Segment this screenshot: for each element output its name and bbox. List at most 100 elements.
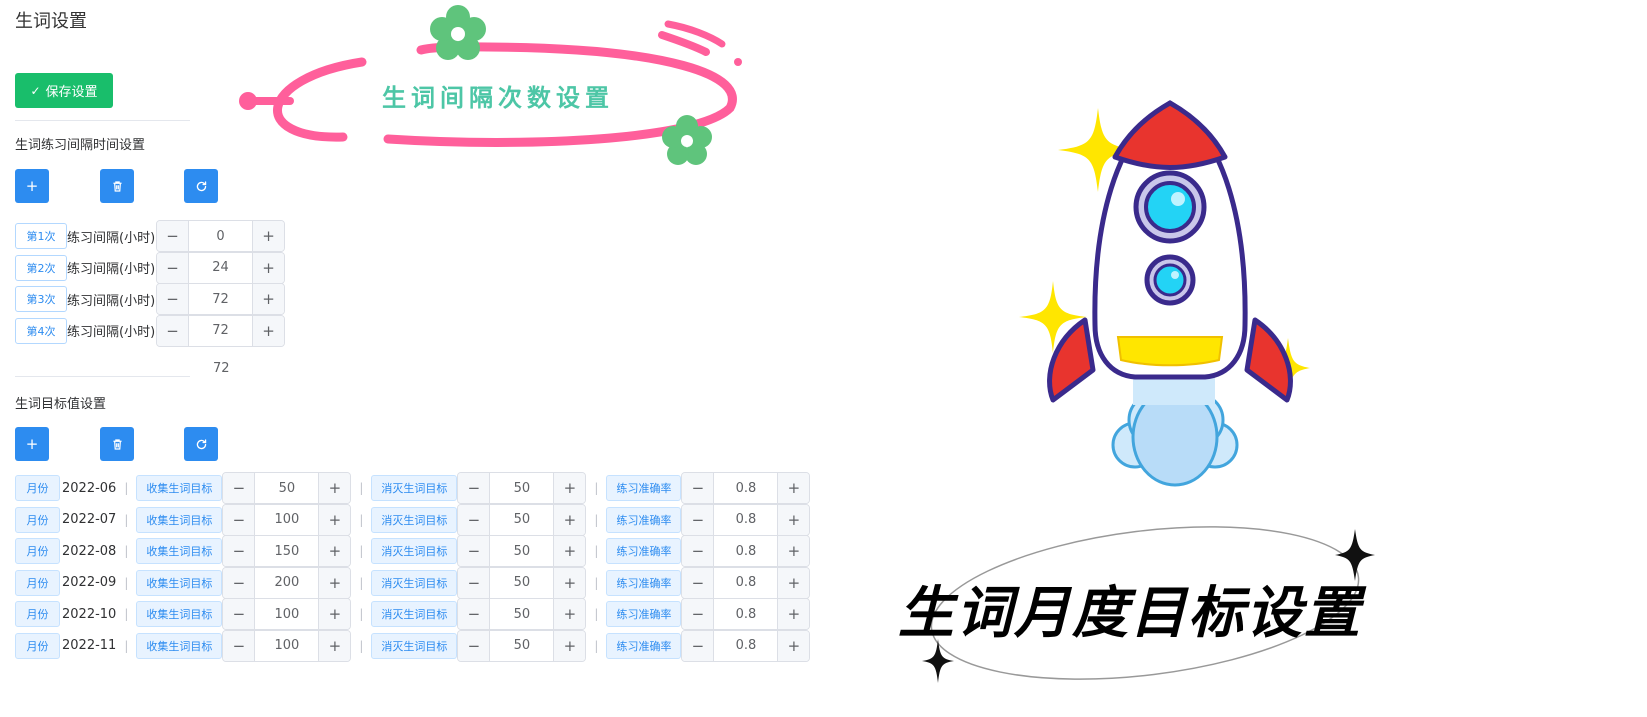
decrement-button[interactable]: −	[223, 473, 256, 503]
eliminate-target-stepper[interactable]: − 50 +	[457, 472, 587, 504]
increment-button[interactable]: +	[318, 504, 351, 535]
delete-interval-button[interactable]	[100, 169, 134, 203]
collect-target-stepper[interactable]: − 100 +	[222, 629, 352, 662]
accuracy-stepper[interactable]: − 0.8 +	[681, 472, 811, 504]
decrement-button[interactable]: −	[682, 536, 715, 566]
decrement-button[interactable]: −	[682, 504, 715, 535]
separator: |	[359, 607, 364, 621]
collect-target-stepper-value[interactable]: 150	[255, 536, 318, 566]
collect-target-stepper-value[interactable]: 50	[255, 473, 318, 503]
accuracy-stepper[interactable]: − 0.8 +	[681, 503, 811, 536]
increment-button[interactable]: +	[777, 599, 810, 629]
reset-target-button[interactable]	[184, 427, 218, 461]
interval-stepper-value[interactable]: 72	[189, 316, 252, 346]
increment-button[interactable]: +	[318, 567, 351, 598]
decrement-button[interactable]: −	[223, 630, 256, 661]
accuracy-stepper[interactable]: − 0.8 +	[681, 629, 811, 662]
interval-stepper-value[interactable]: 0	[189, 221, 252, 251]
eliminate-target-stepper-value[interactable]: 50	[490, 473, 553, 503]
decrement-button[interactable]: −	[682, 599, 715, 629]
increment-button[interactable]: +	[553, 567, 586, 598]
increment-button[interactable]: +	[777, 630, 810, 661]
collect-target-stepper[interactable]: − 100 +	[222, 598, 352, 630]
decrement-button[interactable]: −	[458, 630, 491, 661]
eliminate-target-stepper-value[interactable]: 50	[490, 536, 553, 566]
accuracy-stepper-value[interactable]: 0.8	[714, 536, 777, 566]
collect-target-stepper-value[interactable]: 100	[255, 599, 318, 629]
decrement-button[interactable]: −	[157, 221, 189, 251]
decrement-button[interactable]: −	[157, 252, 189, 283]
collect-target-stepper[interactable]: − 150 +	[222, 535, 352, 567]
minus-icon: −	[691, 605, 705, 623]
collect-target-stepper[interactable]: − 100 +	[222, 503, 352, 536]
interval-stepper-value[interactable]: 24	[189, 253, 252, 283]
collect-target-stepper[interactable]: − 50 +	[222, 472, 352, 504]
decrement-button[interactable]: −	[682, 473, 715, 503]
accuracy-stepper-value[interactable]: 0.8	[714, 473, 777, 503]
eliminate-target-stepper[interactable]: − 50 +	[457, 598, 587, 630]
decrement-button[interactable]: −	[223, 504, 256, 535]
eliminate-target-stepper[interactable]: − 50 +	[457, 629, 587, 662]
delete-target-button[interactable]	[100, 427, 134, 461]
accuracy-stepper-value[interactable]: 0.8	[714, 568, 777, 598]
plus-icon: +	[262, 258, 275, 277]
increment-button[interactable]: +	[777, 567, 810, 598]
increment-button[interactable]: +	[777, 473, 810, 503]
reset-interval-button[interactable]	[184, 169, 218, 203]
increment-button[interactable]: +	[553, 630, 586, 661]
eliminate-target-stepper-value[interactable]: 50	[490, 505, 553, 535]
increment-button[interactable]: +	[553, 536, 586, 566]
increment-button[interactable]: +	[318, 599, 351, 629]
add-target-button[interactable]: +	[15, 427, 49, 461]
decrement-button[interactable]: −	[458, 473, 491, 503]
increment-button[interactable]: +	[777, 504, 810, 535]
increment-button[interactable]: +	[318, 473, 351, 503]
eliminate-target-stepper-value[interactable]: 50	[490, 599, 553, 629]
increment-button[interactable]: +	[553, 599, 586, 629]
decrement-button[interactable]: −	[682, 567, 715, 598]
decrement-button[interactable]: −	[223, 567, 256, 598]
save-settings-button[interactable]: ✓ 保存设置	[15, 73, 113, 108]
collect-target-stepper-value[interactable]: 200	[255, 568, 318, 598]
interval-stepper[interactable]: − 72 +	[156, 283, 285, 315]
increment-button[interactable]: +	[252, 315, 284, 346]
increment-button[interactable]: +	[252, 221, 284, 251]
decrement-button[interactable]: −	[458, 599, 491, 629]
increment-button[interactable]: +	[553, 473, 586, 503]
eliminate-target-stepper-value[interactable]: 50	[490, 631, 553, 661]
accuracy-stepper-value[interactable]: 0.8	[714, 505, 777, 535]
interval-stepper[interactable]: − 0 +	[156, 220, 285, 252]
eliminate-target-stepper[interactable]: − 50 +	[457, 566, 587, 599]
add-interval-button[interactable]: +	[15, 169, 49, 203]
increment-button[interactable]: +	[252, 284, 284, 314]
interval-stepper[interactable]: − 72 +	[156, 314, 285, 347]
accuracy-stepper[interactable]: − 0.8 +	[681, 598, 811, 630]
eliminate-target-stepper-value[interactable]: 50	[490, 568, 553, 598]
interval-stepper[interactable]: − 24 +	[156, 251, 285, 284]
decrement-button[interactable]: −	[458, 536, 491, 566]
accuracy-stepper-value[interactable]: 0.8	[714, 599, 777, 629]
decrement-button[interactable]: −	[682, 630, 715, 661]
decrement-button[interactable]: −	[223, 599, 256, 629]
decrement-button[interactable]: −	[458, 504, 491, 535]
accuracy-stepper[interactable]: − 0.8 +	[681, 566, 811, 599]
increment-button[interactable]: +	[252, 252, 284, 283]
interval-stepper-value[interactable]: 72	[189, 284, 252, 314]
decrement-button[interactable]: −	[223, 536, 256, 566]
eliminate-target-stepper[interactable]: − 50 +	[457, 535, 587, 567]
collect-target-stepper[interactable]: − 200 +	[222, 566, 352, 599]
increment-button[interactable]: +	[318, 536, 351, 566]
decrement-button[interactable]: −	[157, 315, 189, 346]
increment-button[interactable]: +	[553, 504, 586, 535]
eliminate-target-stepper[interactable]: − 50 +	[457, 503, 587, 536]
decrement-button[interactable]: −	[157, 284, 189, 314]
increment-button[interactable]: +	[777, 536, 810, 566]
accuracy-stepper-value[interactable]: 0.8	[714, 631, 777, 661]
collect-target-stepper-value[interactable]: 100	[255, 505, 318, 535]
decrement-button[interactable]: −	[458, 567, 491, 598]
increment-button[interactable]: +	[318, 630, 351, 661]
eliminate-target-tag: 消灭生词目标	[371, 475, 458, 501]
trash-icon	[112, 180, 122, 192]
collect-target-stepper-value[interactable]: 100	[255, 631, 318, 661]
accuracy-stepper[interactable]: − 0.8 +	[681, 535, 811, 567]
